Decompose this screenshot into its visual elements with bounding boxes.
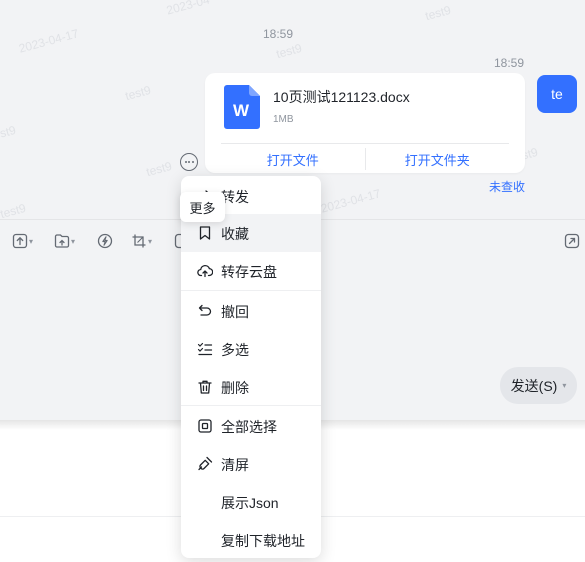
watermark-text: 2023-04-17	[319, 186, 383, 216]
expand-editor-button[interactable]	[564, 233, 580, 249]
menu-item-label: 展示Json	[221, 495, 279, 511]
quick-action-button[interactable]	[97, 233, 113, 249]
menu-item-label: 转存云盘	[221, 264, 277, 280]
menu-item-label: 全部选择	[221, 419, 277, 435]
context-menu: 转发 收藏 转存云盘 撤回 多选 删除 全部选择 清屏 展示Json 复制下载地…	[181, 176, 321, 558]
bookmark-icon	[199, 226, 211, 240]
file-size: 1MB	[273, 114, 294, 125]
open-folder-button[interactable]: 打开文件夹	[366, 144, 510, 174]
chevron-down-icon[interactable]: ▾	[562, 381, 566, 390]
word-document-icon: W	[224, 85, 260, 129]
watermark-text: test9	[423, 2, 453, 24]
menu-item-show-json[interactable]: 展示Json	[181, 483, 321, 521]
menu-item-copy-download-url[interactable]: 复制下载地址	[181, 521, 321, 559]
folder-upload-button[interactable]: ▾	[54, 233, 75, 249]
menu-item-label: 转发	[221, 189, 249, 205]
watermark-text: test9	[274, 40, 304, 62]
menu-item-delete[interactable]: 删除	[181, 368, 321, 406]
menu-item-label: 多选	[221, 342, 249, 358]
watermark-text: test9	[123, 82, 153, 104]
message-time: 18:59	[494, 56, 525, 70]
menu-divider	[181, 290, 321, 291]
select-all-icon	[198, 419, 212, 433]
crop-screenshot-icon	[132, 234, 146, 248]
menu-item-save-to-cloud[interactable]: 转存云盘	[181, 252, 321, 290]
read-status: 未查收	[489, 180, 526, 194]
menu-item-label: 复制下载地址	[221, 533, 305, 549]
checklist-icon	[197, 342, 213, 356]
file-message-card[interactable]: W 10页测试121123.docx 1MB 打开文件 打开文件夹	[205, 73, 525, 173]
file-card-actions: 打开文件 打开文件夹	[221, 143, 509, 174]
screenshot-button[interactable]: ▾	[131, 233, 152, 249]
folder-upload-icon	[54, 234, 70, 248]
menu-item-clear-screen[interactable]: 清屏	[181, 445, 321, 483]
cloud-upload-icon	[197, 264, 213, 278]
more-tooltip: 更多	[180, 192, 225, 222]
send-button-label: 发送(S)	[510, 377, 558, 394]
watermark-text: 2023-04-17	[17, 26, 81, 56]
menu-item-label: 删除	[221, 380, 249, 396]
watermark-text: test9	[144, 158, 174, 180]
menu-item-label: 撤回	[221, 304, 249, 320]
menu-divider	[181, 405, 321, 406]
expand-icon	[564, 233, 580, 249]
message-time: 18:59	[263, 27, 294, 41]
avatar[interactable]: te	[537, 75, 577, 113]
send-button[interactable]: 发送(S) ▾	[500, 367, 577, 404]
menu-item-label: 清屏	[221, 457, 249, 473]
broom-icon	[198, 456, 213, 471]
open-file-button[interactable]: 打开文件	[221, 144, 365, 174]
more-options-icon[interactable]	[180, 153, 198, 171]
menu-item-multiselect[interactable]: 多选	[181, 330, 321, 368]
word-icon-letter: W	[233, 101, 250, 120]
watermark-text: 2023-04	[164, 0, 212, 18]
menu-item-label: 收藏	[221, 226, 249, 242]
watermark-text: test9	[0, 122, 18, 144]
lightning-icon	[97, 233, 113, 249]
upload-button[interactable]: ▾	[12, 233, 33, 249]
upload-icon	[12, 233, 28, 249]
menu-item-select-all[interactable]: 全部选择	[181, 407, 321, 445]
trash-icon	[198, 380, 212, 394]
undo-icon	[198, 304, 212, 316]
menu-item-recall[interactable]: 撤回	[181, 292, 321, 330]
file-name: 10页测试121123.docx	[273, 89, 410, 105]
